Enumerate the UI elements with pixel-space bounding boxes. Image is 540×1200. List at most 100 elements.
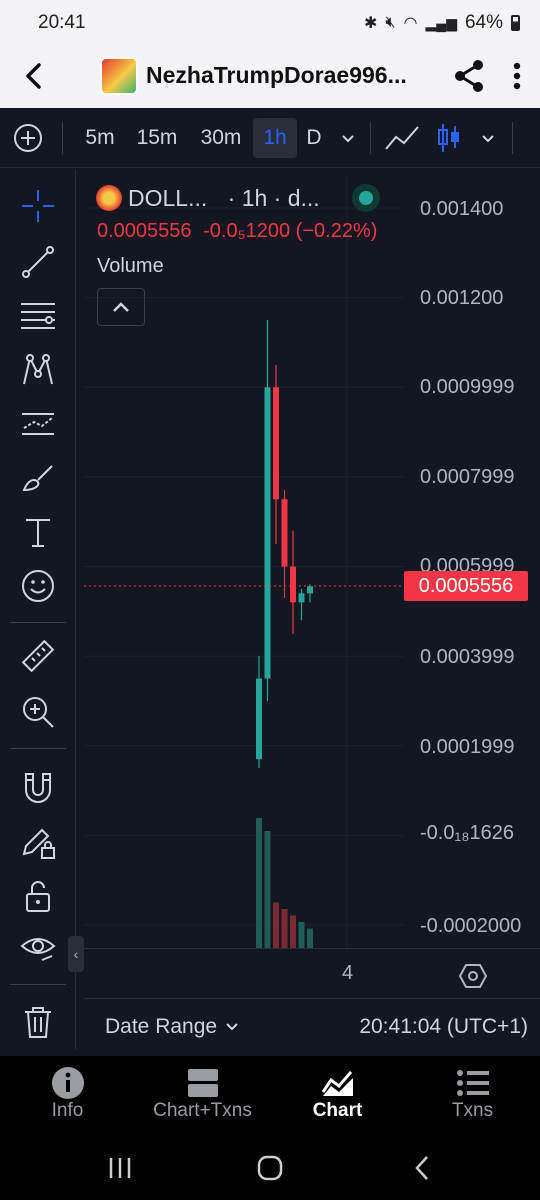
brush-icon [22,465,53,492]
smiley-icon [22,570,54,602]
interval-d[interactable]: D [302,118,326,158]
recent-apps-button[interactable] [100,1150,140,1186]
chevron-left-icon [415,1156,428,1180]
pattern-tool[interactable] [14,346,62,394]
crosshair-icon [22,190,54,222]
interval-30m[interactable]: 30m [194,118,248,158]
toolbar-divider [370,122,371,154]
more-options-button[interactable] [500,56,534,96]
tab-info[interactable]: Info [0,1066,135,1132]
lock-all-tool[interactable] [14,872,62,920]
share-button[interactable] [450,56,490,96]
forecast-tool[interactable] [14,400,62,448]
text-tool[interactable] [14,508,62,556]
chart-type-dropdown[interactable] [474,118,502,158]
ruler-icon [21,639,55,673]
chevron-down-icon [342,135,354,143]
price-axis-label: 0.0003999 [420,646,515,668]
legend-title: DOLL... · 1h · d... [96,185,320,212]
interval-15m[interactable]: 15m [130,118,184,158]
status-time: 20:41 [38,12,86,33]
app-header: NezhaTrumpDorae996... [0,46,540,108]
candle-body [256,678,262,760]
tab-chart-txns-label: Chart+Txns [153,1100,252,1121]
area-chart-icon [321,1071,353,1096]
market-status-indicator[interactable] [352,184,380,212]
interval-dropdown[interactable] [334,118,362,158]
brush-tool[interactable] [14,454,62,502]
status-bar: 20:41 ✱ 🔇︎ ◠ ▂▄▆ 64% [0,0,540,46]
bluetooth-icon: ✱ [364,15,378,32]
token-avatar [100,57,138,95]
chart-bottom-bar: Date Range 20:41:04 (UTC+1) [84,998,540,1054]
line-chart-type-button[interactable] [382,118,422,158]
volume-bar [256,818,262,948]
interval-1h[interactable]: 1h [253,118,297,158]
wifi-icon: ◠ [403,15,418,32]
trash-icon [25,1007,51,1038]
legend-interval: · 1h · d... [227,185,320,211]
trend-line-tool[interactable] [14,238,62,286]
zoom-tool[interactable] [14,688,62,736]
candlestick-icon [438,124,459,152]
tab-txns[interactable]: Txns [405,1066,540,1132]
add-indicator-button[interactable] [10,118,46,158]
list-icon [456,1070,489,1096]
tab-txns-label: Txns [451,1100,494,1121]
settings-hexagon-icon [458,964,488,988]
collapse-legend-button[interactable] [97,288,145,326]
date-range-button[interactable]: Date Range [105,1015,239,1039]
trend-line-icon [22,246,54,278]
fib-tool[interactable] [14,292,62,340]
price-axis-label: 0.001400 [420,198,504,220]
candle-body [290,566,296,603]
volume-bar [273,902,279,948]
tab-info-label: Info [51,1100,84,1121]
text-icon [26,519,50,547]
candle-body [298,593,305,603]
crosshair-tool[interactable] [14,182,62,230]
more-vertical-icon [513,62,521,90]
collapse-toolbar-handle[interactable]: ‹ [68,936,84,972]
candle-body [281,499,288,567]
price-axis-label: 0.001200 [420,287,504,309]
date-range-label: Date Range [105,1015,218,1038]
candles-chart-type-button[interactable] [432,118,466,158]
delete-drawings-tool[interactable] [14,998,62,1046]
line-chart-icon [385,126,419,150]
volume-bar [298,922,305,948]
magnet-tool[interactable] [14,764,62,812]
legend-symbol: DOLL... [128,185,208,211]
plus-circle-icon [14,124,42,152]
chart-settings-button[interactable] [458,961,488,991]
unlock-icon [26,881,50,912]
candle-body [307,586,313,594]
split-panel-icon [187,1069,218,1097]
legend-price-line: 0.0005556 -0.0₅1200 (−0.22%) [97,220,377,243]
back-button[interactable] [14,56,54,96]
home-button[interactable] [250,1150,290,1186]
emoji-tool[interactable] [14,562,62,610]
price-axis-label: -0.0002000 [420,915,522,937]
tab-chart[interactable]: Chart [270,1066,405,1132]
time-axis[interactable]: 4 [84,948,540,998]
measure-tool[interactable] [14,632,62,680]
chevron-down-icon [482,135,494,143]
system-back-button[interactable] [402,1150,442,1186]
token-title: NezhaTrumpDorae996... [146,62,407,88]
chevron-left-icon [26,63,41,89]
volume-label: Volume [97,255,164,277]
tool-divider [10,984,66,985]
timezone-clock[interactable]: 20:41:04 (UTC+1) [359,1015,528,1039]
lock-drawings-tool[interactable] [14,818,62,866]
price-axis-label: -0.0₁₈1626 [420,822,514,844]
legend-change: -0.0₅1200 (−0.22%) [203,220,378,242]
hide-drawings-tool[interactable] [14,924,62,972]
battery-text: 64% [464,12,503,33]
tool-divider [10,622,66,623]
status-icons: ✱ 🔇︎ ◠ ▂▄▆ 64% [364,12,520,34]
interval-5m[interactable]: 5m [78,118,122,158]
eye-icon [20,938,56,961]
tab-chart-txns[interactable]: Chart+Txns [135,1066,270,1132]
bottom-navigation: Info Chart+Txns Chart Txns [0,1056,540,1136]
